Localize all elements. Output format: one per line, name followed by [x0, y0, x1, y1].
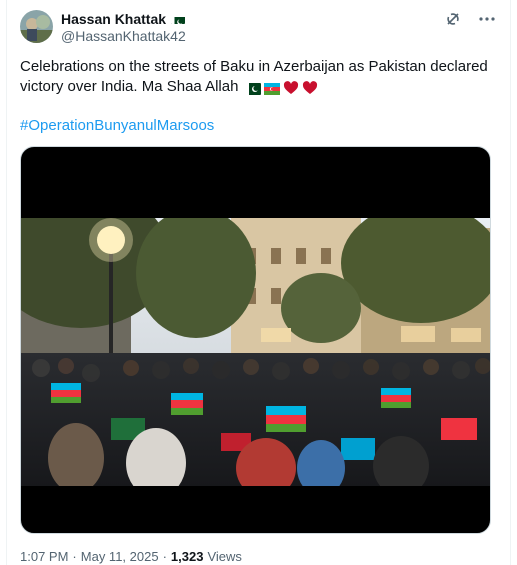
pakistan-flag-icon	[244, 81, 261, 96]
meta-separator: ·	[72, 549, 77, 564]
heart-icon	[283, 81, 299, 95]
hashtag-link[interactable]: #OperationBunyanulMarsoos	[20, 117, 214, 134]
meta-separator-2: ·	[162, 549, 167, 564]
tweet-meta: 1:07 PM · May 11, 2025 · 1,323 Views	[20, 549, 242, 564]
emoji-row	[244, 81, 318, 96]
author-name[interactable]: Hassan Khattak	[61, 11, 166, 27]
avatar[interactable]	[20, 10, 53, 43]
views-label: Views	[207, 549, 242, 564]
author-handle[interactable]: @HassanKhattak42	[61, 28, 186, 44]
tweet-text: Celebrations on the streets of Baku in A…	[20, 57, 490, 97]
tweet-card: Hassan Khattak @HassanKhattak42 Celebrat…	[6, 0, 511, 565]
grok-icon[interactable]	[444, 10, 462, 28]
tweet-date[interactable]: May 11, 2025	[81, 549, 159, 564]
views-count[interactable]: 1,323	[171, 549, 204, 564]
more-icon[interactable]	[478, 10, 496, 28]
top-actions	[444, 10, 496, 28]
pakistan-flag-icon	[171, 14, 186, 24]
video-frame	[21, 218, 490, 486]
video-player[interactable]	[20, 146, 491, 534]
azerbaijan-flag-icon	[263, 81, 280, 96]
heart-icon	[302, 81, 318, 95]
author-name-row: Hassan Khattak	[61, 10, 186, 28]
tweet-time[interactable]: 1:07 PM	[20, 549, 68, 564]
